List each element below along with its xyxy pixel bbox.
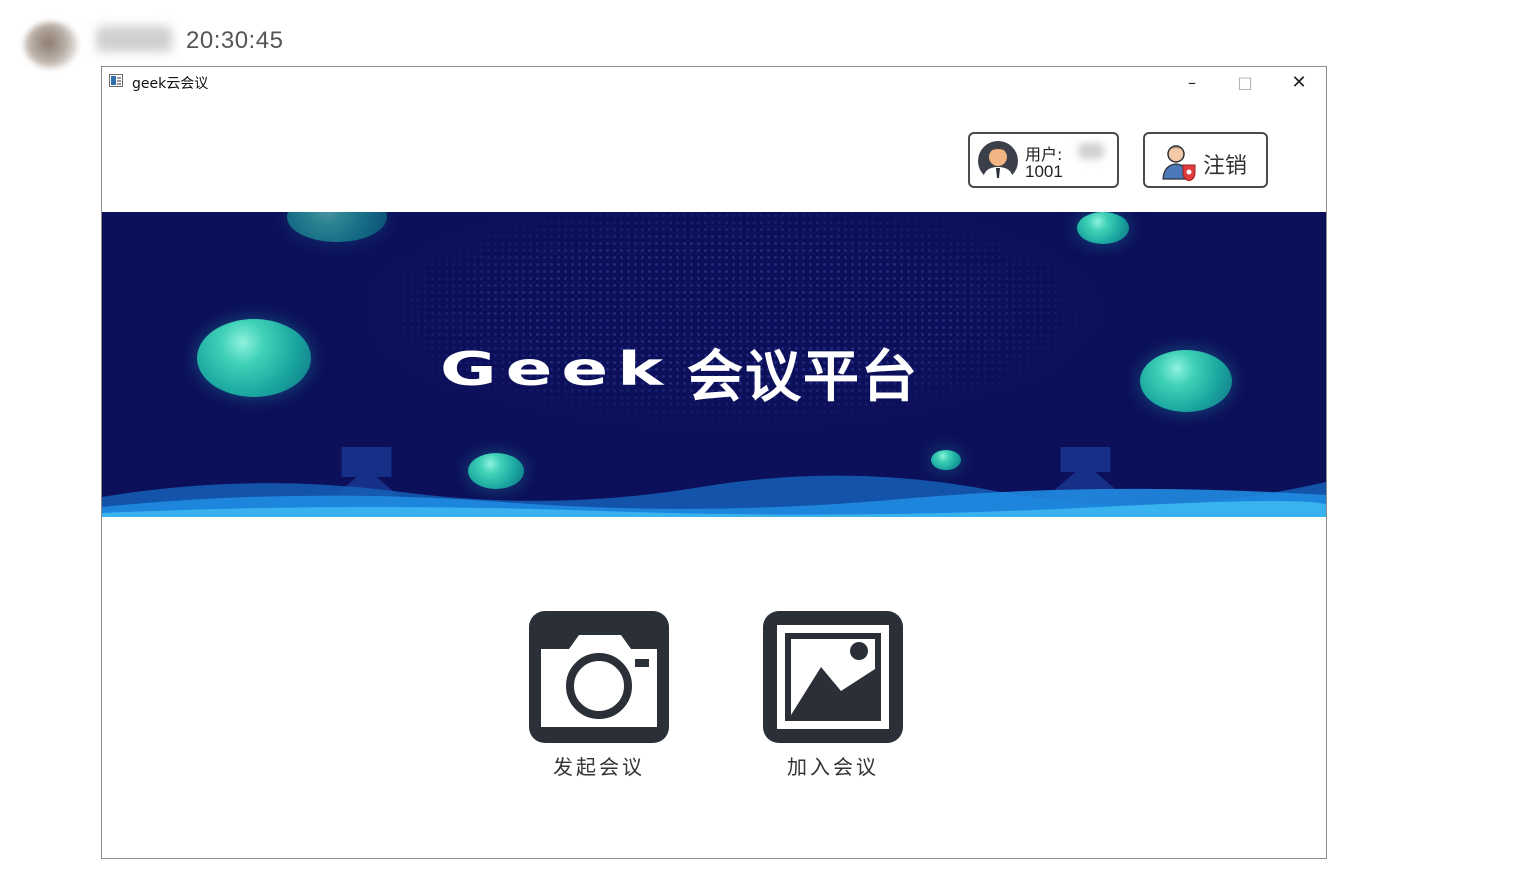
camera-icon [529,611,669,743]
picture-icon [763,611,903,743]
banner-title-cn: 会议平台 [687,345,919,410]
window-title: geek云会议 [132,76,209,92]
maximize-button[interactable]: □ [1220,67,1270,97]
logout-label: 注销 [1203,154,1248,179]
banner: Geek 会议平台 [102,212,1326,517]
user-info-button[interactable]: 用户: 1001 [968,132,1119,188]
app-icon [109,74,123,87]
bubble-decoration [1140,350,1232,412]
user-shield-icon [1162,145,1196,181]
join-meeting-button[interactable]: 加入会议 [763,611,903,780]
logout-button[interactable]: 注销 [1143,132,1268,188]
chat-timestamp: 20:30:45 [186,27,284,54]
wave-decoration [102,447,1326,517]
user-id: 1001 [1025,162,1063,181]
start-meeting-button[interactable]: 发起会议 [529,611,669,780]
close-button[interactable]: ✕ [1274,67,1324,97]
app-window: geek云会议 – □ ✕ 用户: 1001 注销 Geek 会议平台 发起会议… [101,66,1327,859]
username-blurred [1078,143,1104,159]
user-avatar-icon [978,141,1018,181]
bubble-decoration [197,319,311,397]
chat-avatar [24,22,78,68]
join-meeting-label: 加入会议 [787,755,879,779]
minimize-button[interactable]: – [1167,67,1217,97]
start-meeting-label: 发起会议 [553,755,645,779]
title-bar[interactable]: geek云会议 – □ ✕ [102,67,1326,97]
banner-title-en: Geek [440,342,673,396]
chat-sender-name-blurred [96,26,172,52]
bubble-decoration [1077,212,1129,244]
